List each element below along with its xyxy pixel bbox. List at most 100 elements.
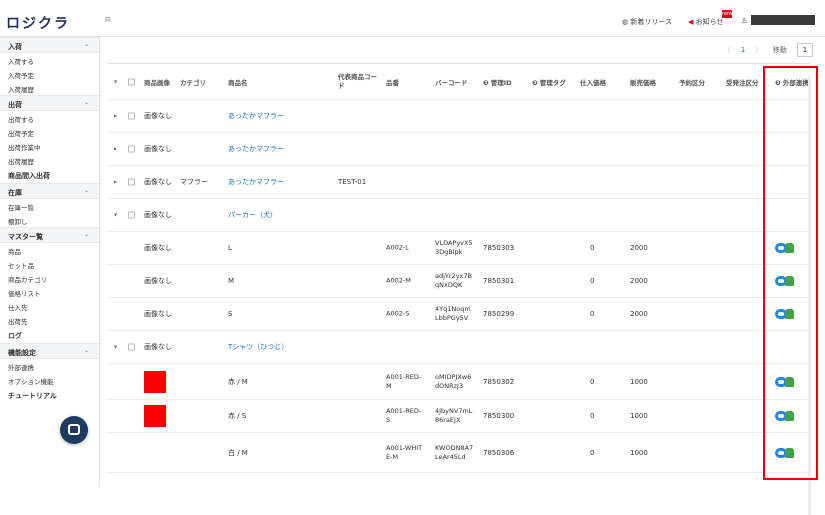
column-header-category[interactable]: カテゴリ xyxy=(180,77,206,87)
sidebar-section[interactable]: 入荷 ⌄ xyxy=(0,37,99,53)
external-link-icon[interactable] xyxy=(775,447,795,458)
notice-label: お知らせ xyxy=(695,18,724,26)
sidebar-item[interactable]: 出荷履歴 xyxy=(0,153,99,167)
sidebar-section[interactable]: ログ xyxy=(0,327,99,343)
app-logo[interactable]: ロジクラ xyxy=(6,13,70,33)
management-id-cell: 7850302 xyxy=(483,377,515,386)
product-variant-row[interactable]: 赤 / S A001-RED- S 4JbyNV7mL 86raEJX 7850300 0 1… xyxy=(108,400,809,433)
column-header-reserve[interactable]: 予約区分 xyxy=(679,77,705,87)
column-header-barcode[interactable]: バーコード xyxy=(435,77,468,87)
expand-caret-icon[interactable]: ▸ xyxy=(114,179,117,186)
sidebar-item[interactable]: 出荷作業中 xyxy=(0,139,99,153)
product-variant-row[interactable]: 画像なし L A002-L VLDAPyvX5 3DgBlpk 7850303 0 2000 xyxy=(108,232,809,265)
row-checkbox[interactable] xyxy=(128,343,135,351)
sidebar-section[interactable]: 在庫 ⌄ xyxy=(0,183,99,199)
select-all-checkbox[interactable] xyxy=(128,78,135,85)
sidebar-item[interactable]: セット品 xyxy=(0,257,99,271)
page-input[interactable]: 1 xyxy=(797,43,813,57)
sidebar-section[interactable]: 出荷 ⌄ xyxy=(0,95,99,111)
external-link-icon[interactable] xyxy=(775,411,795,421)
product-name-link[interactable]: あったかマフラー xyxy=(228,144,284,154)
collapse-caret-icon[interactable]: ▾ xyxy=(114,344,117,351)
column-header-price[interactable]: 販売価格 xyxy=(630,77,656,87)
sidebar-item[interactable]: 棚卸し xyxy=(0,213,99,227)
column-header-cost[interactable]: 仕入価格 xyxy=(580,77,606,87)
next-page-button[interactable]: 〉 xyxy=(756,45,763,55)
release-notes-link[interactable]: ◍ 新着リリース xyxy=(622,17,672,27)
product-group-row[interactable]: ▸ 画像なし マフラー あったかマフラー TEST-01 xyxy=(108,166,809,199)
column-header-name[interactable]: 商品名 xyxy=(228,77,248,87)
sidebar-item[interactable]: 仕入先 xyxy=(0,299,99,313)
expand-all-caret[interactable]: ▾ xyxy=(114,78,117,85)
product-variant-row[interactable]: 赤 / M A001-RED- MoMIDPJXw6 dONRzJ3 7850302 0 1… xyxy=(108,364,809,400)
column-header-mgmt-tag[interactable]: ❷ 管理タグ xyxy=(532,77,566,87)
user-name-redacted[interactable] xyxy=(751,15,815,25)
sku-line: M xyxy=(386,381,392,390)
sidebar-item[interactable]: 入荷予定 xyxy=(0,67,99,81)
product-variant-row[interactable]: 画像なし S A002-S 4Yq1Noqm LbbPGy5V 7850299 0 2000 xyxy=(108,298,809,331)
product-name-link[interactable]: パーカー（犬） xyxy=(228,210,277,220)
prev-page-button[interactable]: 〈 xyxy=(724,45,731,55)
external-link-icon[interactable] xyxy=(775,243,795,253)
chevron-down-icon[interactable]: ⌄ xyxy=(84,231,89,238)
product-group-row[interactable]: ▸ 画像なし あったかマフラー xyxy=(108,133,809,166)
sidebar-item[interactable]: 出荷する xyxy=(0,111,99,125)
chevron-down-icon[interactable]: ⌄ xyxy=(84,41,89,48)
column-header-image[interactable]: 商品画像 xyxy=(144,77,170,87)
product-name-link[interactable]: あったかマフラー xyxy=(228,111,284,121)
external-link-icon[interactable] xyxy=(775,276,795,286)
column-header-code[interactable]: 代表商品コード xyxy=(338,73,380,91)
expand-caret-icon[interactable]: ▸ xyxy=(114,146,117,153)
sidebar-item[interactable]: 価格リスト xyxy=(0,285,99,299)
external-link-icon[interactable] xyxy=(775,309,795,319)
sidebar-item[interactable]: 商品 xyxy=(0,243,99,257)
product-group-row[interactable]: ▸ 画像なし あったかマフラー xyxy=(108,100,809,133)
sidebar-item[interactable]: 入荷履歴 xyxy=(0,81,99,95)
column-header-sku[interactable]: 品番 xyxy=(386,77,399,87)
shopify-bag-icon xyxy=(785,243,794,253)
row-checkbox[interactable] xyxy=(128,211,135,219)
barcode-line: oMIDPJXw6 xyxy=(435,372,472,381)
external-link-icon[interactable] xyxy=(775,376,795,387)
vertical-scrollbar[interactable] xyxy=(808,75,811,515)
sidebar-item[interactable]: 出荷予定 xyxy=(0,125,99,139)
sidebar-item[interactable]: 商品カテゴリ xyxy=(0,271,99,285)
product-group-row[interactable]: ▾ 画像なし パーカー（犬） xyxy=(108,199,809,232)
sidebar-item[interactable]: 入荷する xyxy=(0,53,99,67)
variant-name-cell: L xyxy=(228,244,232,252)
sidebar-item[interactable]: オプション機能 xyxy=(0,373,99,387)
chevron-down-icon[interactable]: ⌄ xyxy=(84,187,89,194)
barcode-line: 4Yq1Noqm xyxy=(435,305,471,313)
chat-support-button[interactable] xyxy=(60,416,88,444)
notice-link[interactable]: ◀ お知らせ xyxy=(688,17,724,27)
sidebar-section[interactable]: マスター覧 ⌄ xyxy=(0,227,99,243)
column-header-external[interactable]: ❷ 外部連携 xyxy=(775,77,809,87)
expand-caret-icon[interactable]: ▸ xyxy=(114,113,117,120)
product-name-link[interactable]: Tシャツ（ひつじ） xyxy=(228,342,288,352)
product-variant-row[interactable]: 画像なし M A002-M adjYr2yx7B qNxDQK 7850301 0 2000 xyxy=(108,265,809,298)
sidebar-section[interactable]: 商品間入出荷 xyxy=(0,167,99,183)
sidebar-item[interactable]: 在庫一覧 xyxy=(0,199,99,213)
menu-icon[interactable]: ≡ xyxy=(104,15,112,25)
product-name-link[interactable]: あったかマフラー xyxy=(228,177,284,187)
product-variant-row[interactable]: 白 / M A001-WHIT E-M KWODN8A7 LeAr45Ld 7850306… xyxy=(108,433,809,473)
shopify-bag-icon xyxy=(785,309,794,319)
user-icon[interactable]: ♙ xyxy=(741,17,747,25)
sidebar-item[interactable]: 出荷先 xyxy=(0,313,99,327)
current-page[interactable]: 1 xyxy=(741,46,745,54)
row-checkbox[interactable] xyxy=(128,145,135,153)
chevron-down-icon[interactable]: ⌄ xyxy=(84,347,89,354)
sidebar-section-label: 商品間入出荷 xyxy=(8,172,50,180)
chevron-down-icon[interactable]: ⌄ xyxy=(84,99,89,106)
collapse-caret-icon[interactable]: ▾ xyxy=(114,212,117,219)
column-header-mgmt-id[interactable]: ❷ 管理ID xyxy=(483,77,512,87)
product-image-cell: 画像なし xyxy=(144,310,172,318)
product-group-row[interactable]: ▾ 画像なし Tシャツ（ひつじ） xyxy=(108,331,809,364)
sidebar-section[interactable]: 機能設定 ⌄ xyxy=(0,343,99,359)
sku-line: A002-L xyxy=(386,243,409,252)
row-checkbox[interactable] xyxy=(128,112,135,120)
row-checkbox[interactable] xyxy=(128,178,135,186)
sidebar-item[interactable]: 外部連携 xyxy=(0,359,99,373)
column-header-order[interactable]: 受発注区分 xyxy=(726,77,759,87)
sidebar-section[interactable]: チュートリアル xyxy=(0,387,99,403)
